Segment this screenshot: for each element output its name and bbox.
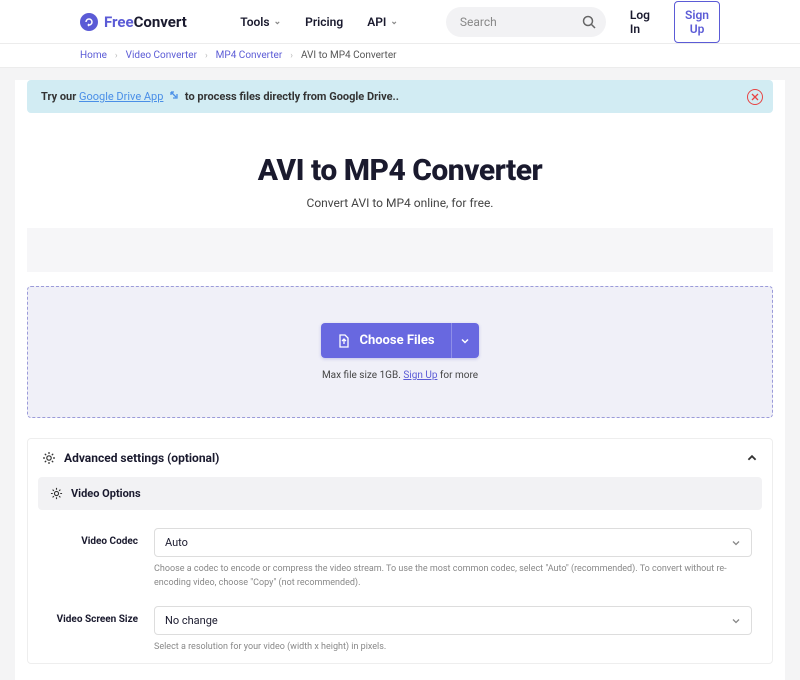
banner-link[interactable]: Google Drive App [79,90,163,103]
gear-icon [42,451,56,465]
logo[interactable]: FreeConvert [80,13,187,31]
crumb-home[interactable]: Home [80,50,107,61]
chevron-right-icon: › [115,51,118,61]
breadcrumb: Home › Video Converter › MP4 Converter ›… [0,44,800,68]
page-subtitle: Convert AVI to MP4 online, for free. [35,196,765,210]
page-content: Try our Google Drive App to process file… [15,80,785,680]
search-wrap [446,7,606,37]
chevron-down-icon [460,336,470,346]
video-codec-desc: Choose a codec to encode or compress the… [154,563,752,590]
ad-placeholder [27,228,773,272]
external-link-icon [169,90,179,100]
signup-button[interactable]: Sign Up [674,1,720,43]
video-options-header: Video Options [38,477,762,510]
nav-pricing[interactable]: Pricing [305,15,343,29]
search-icon[interactable] [582,15,596,29]
video-size-select[interactable]: No change [154,606,752,635]
banner-suffix: to process files directly from Google Dr… [185,90,399,103]
choose-files-group: Choose Files [321,323,478,358]
chevron-right-icon: › [205,51,208,61]
video-codec-select[interactable]: Auto [154,528,752,557]
page-title: AVI to MP4 Converter [35,153,765,188]
chevron-down-icon: ⌄ [274,17,282,27]
chevron-right-icon: › [290,51,293,61]
banner-close-button[interactable] [747,89,763,105]
chevron-up-icon [746,452,758,464]
video-size-field: Video Screen Size No change Select a res… [28,598,772,663]
file-upload-icon [337,334,351,348]
choose-files-dropdown[interactable] [451,323,479,358]
video-codec-label: Video Codec [48,528,138,590]
logo-text-convert: Convert [134,13,187,31]
choose-files-button[interactable]: Choose Files [321,323,450,358]
banner-prefix: Try our [41,90,79,103]
login-link[interactable]: Log In [630,8,650,36]
nav-api[interactable]: API⌄ [367,15,398,29]
advanced-toggle[interactable]: Advanced settings (optional) [28,439,772,477]
top-nav: FreeConvert Tools⌄ Pricing API⌄ Log In S… [0,0,800,44]
promo-banner: Try our Google Drive App to process file… [27,80,773,113]
logo-icon [80,13,98,31]
max-file-note: Max file size 1GB. Sign Up for more [48,370,752,381]
gear-icon [50,487,63,500]
crumb-mp4[interactable]: MP4 Converter [216,50,283,61]
close-icon [751,93,759,101]
logo-text-free: Free [104,13,134,31]
nav-tools[interactable]: Tools⌄ [240,15,281,29]
chevron-down-icon [731,538,741,548]
video-size-desc: Select a resolution for your video (widt… [154,641,752,655]
chevron-down-icon [731,616,741,626]
video-codec-field: Video Codec Auto Choose a codec to encod… [28,520,772,598]
chevron-down-icon: ⌄ [390,17,398,27]
drop-zone[interactable]: Choose Files Max file size 1GB. Sign Up … [27,286,773,418]
video-size-label: Video Screen Size [48,606,138,655]
hero: AVI to MP4 Converter Convert AVI to MP4 … [15,125,785,228]
crumb-current: AVI to MP4 Converter [301,50,397,61]
crumb-video[interactable]: Video Converter [126,50,197,61]
advanced-settings: Advanced settings (optional) Video Optio… [27,438,773,664]
signup-link[interactable]: Sign Up [403,370,437,381]
